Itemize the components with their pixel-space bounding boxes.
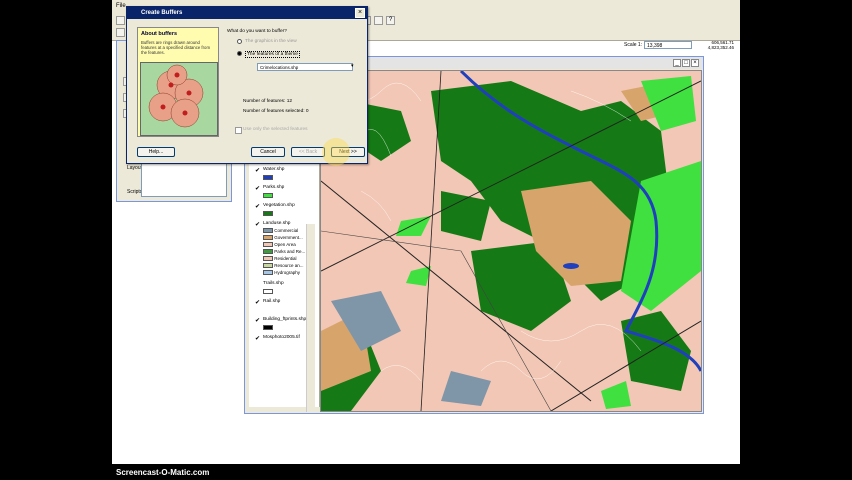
coord-y: 4,823,352.46: [707, 45, 734, 50]
legend-parks-rec: Parks and Re...: [263, 249, 305, 255]
project-tab-scripts[interactable]: Scripts: [127, 189, 142, 195]
swatch-water: [263, 175, 273, 180]
about-text: Buffers are rings drawn around features …: [141, 40, 211, 55]
toc-layer-rail[interactable]: ✔ Rail.shp: [255, 299, 280, 306]
theme-select[interactable]: Crimelocations.shp: [257, 63, 353, 71]
about-buffers-panel: About buffers Buffers are rings drawn ar…: [137, 27, 219, 137]
desktop-screen: File ? Scale 1: 13,398 606,561.71 4,823,…: [112, 0, 740, 464]
legend-hydrography: Hydrography: [263, 270, 300, 276]
map-canvas[interactable]: [320, 70, 702, 412]
toc-layer-photo[interactable]: ✔ Mosphoto2005.tif: [255, 335, 300, 342]
swatch-parks: [263, 193, 273, 198]
back-button[interactable]: << Back: [291, 147, 325, 157]
cursor-highlight: [322, 138, 350, 166]
toc-layer-water[interactable]: ✔ Water.shp: [255, 167, 284, 174]
buffer-question: What do you want to buffer?: [227, 29, 287, 34]
swatch-vegetation: [263, 211, 273, 216]
radio-features-label: The features of a theme: [245, 51, 300, 58]
swatch-trails: [263, 289, 273, 294]
legend-open-area: Open Area: [263, 242, 296, 248]
toolbar-zoom-icon[interactable]: [374, 16, 383, 25]
feature-count: Number of features: 12: [243, 99, 293, 104]
dialog-close-button[interactable]: ×: [355, 8, 365, 18]
scale-label: Scale 1:: [624, 42, 643, 48]
swatch-buildings: [263, 325, 273, 330]
selected-count: Number of features selected: 0: [243, 109, 309, 114]
maximize-icon[interactable]: □: [682, 59, 690, 67]
radio-features[interactable]: [237, 51, 242, 56]
only-selected-checkbox[interactable]: [235, 127, 242, 134]
only-selected-label: Use only the selected features: [243, 127, 308, 132]
toc-layer-buildings[interactable]: ✔ Building_ftprints.shp: [255, 317, 306, 324]
toc-layer-trails[interactable]: Trails.shp: [255, 281, 284, 286]
legend-government: Government...: [263, 235, 303, 241]
radio-graphics[interactable]: [237, 39, 242, 44]
cancel-button[interactable]: Cancel: [251, 147, 285, 157]
legend-commercial: Commercial: [263, 228, 298, 234]
radio-graphics-label: The graphics in the view: [245, 39, 297, 44]
toc-layer-landuse[interactable]: ✔ Landuse.shp: [255, 221, 290, 228]
toc-scrollbar[interactable]: [306, 224, 315, 412]
buffer-illustration: [140, 62, 218, 136]
help-button[interactable]: Help...: [137, 147, 175, 157]
legend-resource: Resource an...: [263, 263, 304, 269]
about-title: About buffers: [141, 31, 178, 37]
legend-residential: Residential: [263, 256, 297, 262]
toolbar-print-icon[interactable]: [116, 28, 125, 37]
project-list[interactable]: [141, 161, 227, 197]
toolbar-save-icon[interactable]: [116, 16, 125, 25]
menu-file[interactable]: File: [116, 3, 126, 9]
watermark-caption: Screencast-O-Matic.com: [116, 468, 210, 477]
toolbar-help-icon[interactable]: ?: [386, 16, 395, 25]
theme-select-arrow-icon[interactable]: ▾: [351, 64, 353, 69]
close-icon[interactable]: ×: [691, 59, 699, 67]
toc-layer-parks[interactable]: ✔ Parks.shp: [255, 185, 284, 192]
minimize-icon[interactable]: _: [673, 59, 681, 67]
toc-layer-vegetation[interactable]: ✔ Vegetation.shp: [255, 203, 295, 210]
coordinate-readout: 606,561.71 4,823,352.46: [700, 40, 734, 50]
map-drawing: [321, 71, 701, 411]
scale-input[interactable]: 13,398: [644, 41, 692, 49]
dialog-title: Create Buffers: [127, 7, 367, 19]
